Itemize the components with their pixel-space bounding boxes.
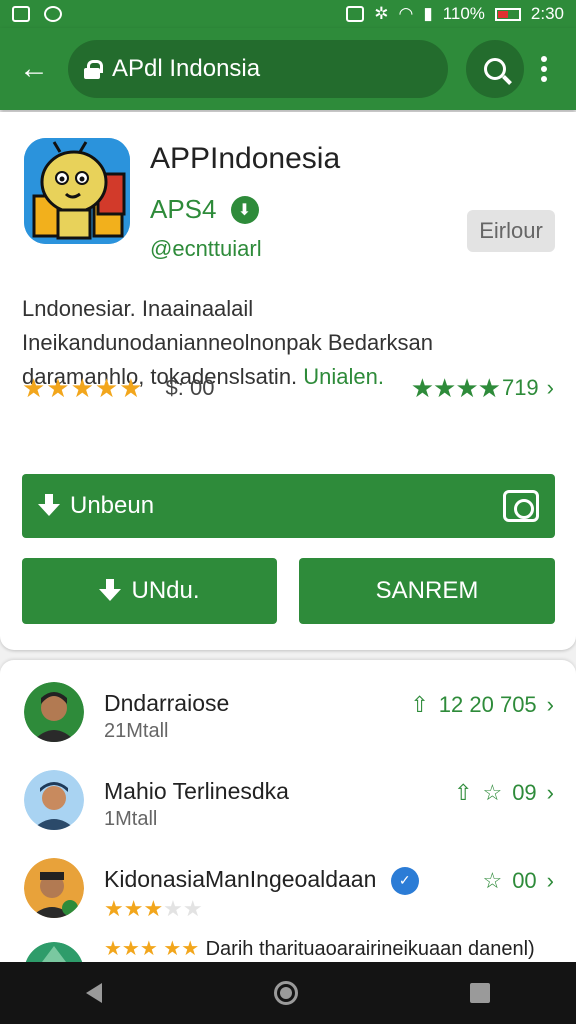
search-button[interactable] xyxy=(466,40,524,98)
shield-icon xyxy=(346,6,365,22)
review-meta-text: 12 20 705 xyxy=(438,692,537,717)
nav-back-icon[interactable] xyxy=(86,983,102,1003)
list-item[interactable]: Dndarraiose 21Mtall ⇧ 12 20 705 › xyxy=(0,664,576,750)
status-bar: ✲ ◠ ▮ 110% 2:30 xyxy=(0,0,576,28)
download-label: UNdu. xyxy=(131,577,200,604)
green-rating-stars: ★★★★ xyxy=(410,372,501,403)
app-notification-icon xyxy=(44,6,62,22)
review-name: Dndarraiose xyxy=(104,690,230,716)
wifi-icon: ◠ xyxy=(398,4,414,23)
review-text: Darih tharituaoarairineikuaan danenl) xyxy=(205,938,535,960)
secondary-action-label: SANREM xyxy=(375,577,479,604)
upvote-icon[interactable]: ⇧ xyxy=(454,780,472,806)
app-version: APS4 ⬇ xyxy=(150,194,259,225)
secondary-action-button[interactable]: SANREM xyxy=(299,558,555,624)
download-main-label: Unbeun xyxy=(70,492,155,519)
list-item[interactable]: Mahio Terlinesdka 1Mtall ⇧ ☆ 09 › xyxy=(0,752,576,838)
battery-icon xyxy=(494,7,521,21)
system-nav-bar xyxy=(0,962,576,1024)
app-title: APPIndonesia xyxy=(150,142,341,175)
review-sub: 1Mtall xyxy=(104,808,158,830)
avatar xyxy=(24,682,84,742)
green-rating-count: 719 xyxy=(501,375,539,400)
review-meta: ⇧ 12 20 705 › xyxy=(410,692,554,718)
rating-row: ★★★★★ $: 00 ★★★★ 719 › xyxy=(22,370,554,406)
chevron-right-icon[interactable]: › xyxy=(547,780,554,806)
download-main-button[interactable]: Unbeun xyxy=(22,474,555,538)
chevron-right-icon[interactable]: › xyxy=(547,375,554,401)
list-item[interactable]: KidonasiaManIngeoaldaan ✓ ★★★★★ ☆ 00 › xyxy=(0,840,576,926)
clock: 2:30 xyxy=(530,4,564,23)
lock-icon xyxy=(84,60,103,79)
camera-icon[interactable] xyxy=(503,490,539,522)
toolbar: ← APdl Indonsia xyxy=(0,28,576,110)
app-developer[interactable]: @ecnttuiarl xyxy=(150,236,262,262)
status-bar-right: ✲ ◠ ▮ 110% 2:30 xyxy=(346,4,564,24)
chevron-right-icon[interactable]: › xyxy=(547,868,554,894)
verified-download-icon: ⬇ xyxy=(230,195,259,224)
review-meta-text: 00 xyxy=(512,868,537,893)
download-icon xyxy=(99,579,122,603)
image-notification-icon xyxy=(12,6,30,22)
back-arrow-icon[interactable]: ← xyxy=(12,47,56,91)
download-icon xyxy=(38,494,60,518)
review-name-text: KidonasiaManIngeoaldaan xyxy=(104,866,377,892)
review-sub: 21Mtall xyxy=(104,720,169,742)
review-name: ★★★ ★★ Darih tharituaoarairineikuaan dan… xyxy=(104,934,535,961)
nav-recents-icon[interactable] xyxy=(470,983,490,1003)
url-text: APdl Indonsia xyxy=(112,55,261,82)
verified-badge-icon: ✓ xyxy=(390,866,419,895)
review-stars: ★★★★★ xyxy=(104,896,203,921)
settings-icon: ✲ xyxy=(374,4,389,23)
review-stars: ★★★ ★★ xyxy=(104,938,200,960)
rating-stars: ★★★★★ xyxy=(22,372,144,403)
app-detail-card: APPIndonesia APS4 ⬇ @ecnttuiarl Eirlour … xyxy=(0,112,576,650)
review-meta: ⇧ ☆ 09 › xyxy=(454,780,554,806)
nav-home-icon[interactable] xyxy=(274,981,298,1005)
star-outline-icon[interactable]: ☆ xyxy=(482,868,502,894)
signal-icon: ▮ xyxy=(423,4,433,23)
url-bar[interactable]: APdl Indonsia xyxy=(68,40,448,98)
app-icon xyxy=(24,138,130,244)
star-outline-icon[interactable]: ☆ xyxy=(482,780,502,806)
review-name: Mahio Terlinesdka xyxy=(104,778,289,804)
search-icon xyxy=(484,58,506,80)
rating-price: $: 00 xyxy=(165,375,215,400)
avatar xyxy=(24,858,84,918)
upvote-icon[interactable]: ⇧ xyxy=(410,692,428,718)
battery-percent: 110% xyxy=(442,4,485,23)
status-bar-left xyxy=(12,6,62,22)
review-list: Dndarraiose 21Mtall ⇧ 12 20 705 › Mahio … xyxy=(0,660,576,980)
overflow-menu-icon[interactable] xyxy=(524,56,564,82)
review-name: KidonasiaManIngeoaldaan ✓ xyxy=(104,866,419,895)
download-button[interactable]: UNdu. xyxy=(22,558,277,624)
app-version-text: APS4 xyxy=(150,194,217,224)
chevron-right-icon[interactable]: › xyxy=(547,692,554,718)
review-meta: ☆ 00 › xyxy=(482,868,554,894)
review-meta-text: 09 xyxy=(512,780,537,805)
enroll-button[interactable]: Eirlour xyxy=(467,210,555,252)
avatar xyxy=(24,770,84,830)
